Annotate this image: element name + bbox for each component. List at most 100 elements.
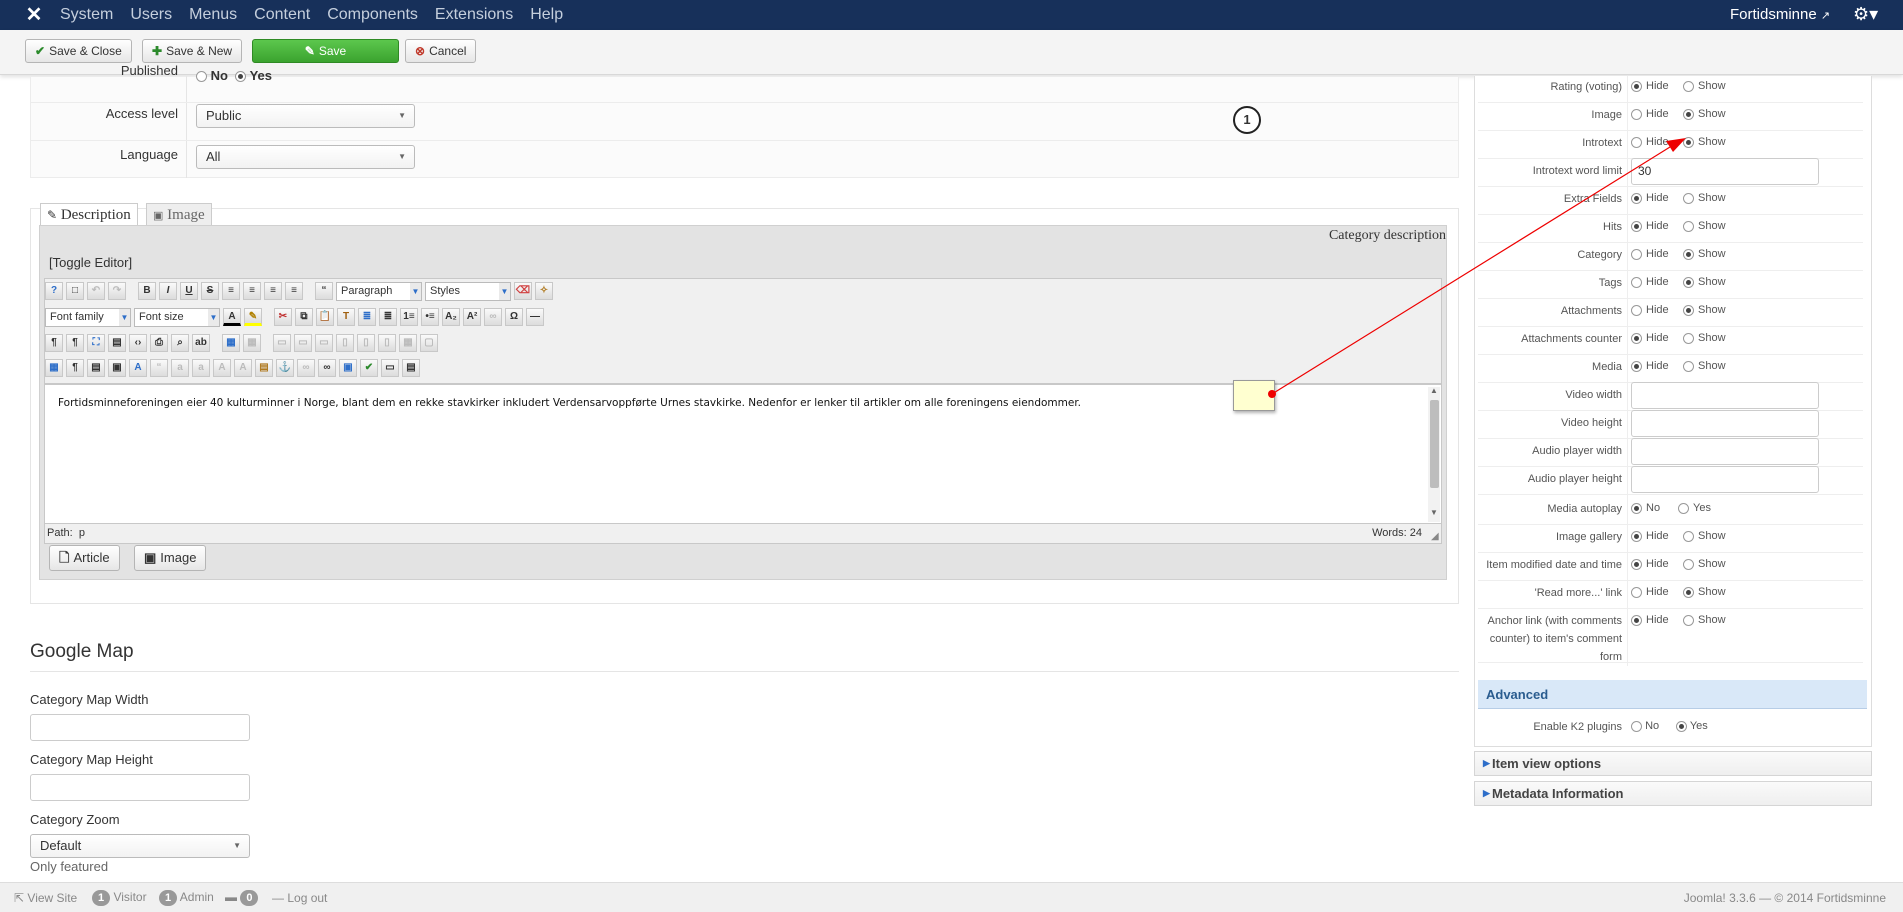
help-icon[interactable]: ? xyxy=(45,282,63,300)
rtl-icon[interactable]: ¶ xyxy=(66,334,84,352)
pagebreak-icon[interactable]: ▭ xyxy=(381,359,399,377)
bullet-list-icon[interactable]: •≡ xyxy=(421,308,439,326)
gear-icon[interactable]: ⚙▾ xyxy=(1853,4,1878,25)
audio-player-height-input[interactable] xyxy=(1631,466,1819,493)
insert-table-icon[interactable]: ▦ xyxy=(222,334,240,352)
image-insert-icon[interactable]: ▣ xyxy=(108,359,126,377)
published-yes-radio[interactable] xyxy=(235,71,247,83)
advanced-header[interactable]: Advanced xyxy=(1478,680,1867,709)
joomla-logo-icon[interactable]: ✕ xyxy=(22,4,46,26)
highlight-color-icon[interactable]: ✎ xyxy=(244,308,262,326)
anchor-icon[interactable]: ⚓ xyxy=(276,359,294,377)
save-new-button[interactable]: ✚ Save & New xyxy=(142,39,243,63)
save-close-button[interactable]: ✔ Save & Close xyxy=(25,39,132,63)
italic-icon[interactable]: I xyxy=(159,282,177,300)
fullscreen-icon[interactable]: ⛶ xyxy=(87,334,105,352)
paste-text-icon[interactable]: T xyxy=(337,308,355,326)
media-show-radio[interactable] xyxy=(1683,360,1694,372)
delete-col-icon[interactable]: ▯ xyxy=(378,334,396,352)
image-gallery-hide-radio[interactable] xyxy=(1631,530,1642,542)
superscript-icon[interactable]: A² xyxy=(463,308,481,326)
resize-handle-icon[interactable]: ◢ xyxy=(1431,531,1439,542)
spellcheck-icon[interactable]: ✔ xyxy=(360,359,378,377)
horizontal-rule-icon[interactable]: — xyxy=(526,308,544,326)
bold-icon[interactable]: B xyxy=(138,282,156,300)
toggle-editor-link[interactable]: [Toggle Editor] xyxy=(49,255,132,270)
item-modified-date-and-time-hide-radio[interactable] xyxy=(1631,558,1642,570)
table-props-icon[interactable]: ▦ xyxy=(243,334,261,352)
link-icon[interactable]: ∞ xyxy=(484,308,502,326)
attachments-counter-hide-radio[interactable] xyxy=(1631,332,1642,344)
insert-article-button[interactable]: 🗋 Article xyxy=(49,545,120,571)
align-center-icon[interactable]: ≡ xyxy=(243,282,261,300)
menu-users[interactable]: Users xyxy=(130,6,172,24)
rating-voting-show-radio[interactable] xyxy=(1683,80,1694,92)
link-insert-icon[interactable]: ∞ xyxy=(318,359,336,377)
menu-extensions[interactable]: Extensions xyxy=(435,6,513,24)
tags-hide-radio[interactable] xyxy=(1631,276,1642,288)
eraser-icon[interactable]: ⌫ xyxy=(514,282,532,300)
replace-icon[interactable]: ab xyxy=(192,334,210,352)
font-size-select[interactable]: Font size ▼ xyxy=(134,307,220,327)
hits-hide-radio[interactable] xyxy=(1631,220,1642,232)
introtext-word-limit-input[interactable]: 30 xyxy=(1631,158,1819,185)
subscript-icon[interactable]: A₂ xyxy=(442,308,460,326)
hits-show-radio[interactable] xyxy=(1683,220,1694,232)
numbered-list-icon[interactable]: 1≡ xyxy=(400,308,418,326)
find-icon[interactable]: ⌕ xyxy=(171,334,189,352)
align-justify-icon[interactable]: ≡ xyxy=(222,282,240,300)
attachments-show-radio[interactable] xyxy=(1683,304,1694,316)
metadata-information-accordion[interactable]: ▶ Metadata Information xyxy=(1474,781,1872,806)
introtext-hide-radio[interactable] xyxy=(1631,136,1642,148)
paste-icon[interactable]: 📋 xyxy=(316,308,334,326)
tab-image[interactable]: ▣ Image xyxy=(146,203,212,225)
introtext-show-radio[interactable] xyxy=(1683,136,1694,148)
access-level-select[interactable]: Public ▼ xyxy=(196,104,415,128)
video-height-input[interactable] xyxy=(1631,410,1819,437)
attributes-icon[interactable]: ▤ xyxy=(255,359,273,377)
menu-system[interactable]: System xyxy=(60,6,113,24)
copy-icon[interactable]: ⧉ xyxy=(295,308,313,326)
ltr-icon[interactable]: ¶ xyxy=(45,334,63,352)
ins-icon[interactable]: A xyxy=(234,359,252,377)
align-right-icon[interactable]: ≡ xyxy=(285,282,303,300)
category-show-radio[interactable] xyxy=(1683,248,1694,260)
item-view-options-accordion[interactable]: ▶ Item view options xyxy=(1474,751,1872,776)
path-value[interactable]: p xyxy=(79,527,85,539)
logout-link[interactable]: — Log out xyxy=(272,891,327,905)
k2-yes-radio[interactable] xyxy=(1676,720,1687,732)
attachments-hide-radio[interactable] xyxy=(1631,304,1642,316)
redo-icon[interactable]: ↷ xyxy=(108,282,126,300)
map-width-input[interactable] xyxy=(30,714,250,741)
image-show-radio[interactable] xyxy=(1683,108,1694,120)
styles-select[interactable]: Styles ▼ xyxy=(425,281,511,301)
anchor-link-with-comments-counter-to-item-s-comment-form-hide-radio[interactable] xyxy=(1631,614,1642,626)
cancel-button[interactable]: ⊗ Cancel xyxy=(405,39,477,63)
language-select[interactable]: All ▼ xyxy=(196,145,415,169)
view-site-link[interactable]: ⇱ View Site xyxy=(14,891,77,905)
undo-icon[interactable]: ↶ xyxy=(87,282,105,300)
media-hide-radio[interactable] xyxy=(1631,360,1642,372)
row-before-icon[interactable]: ▭ xyxy=(273,334,291,352)
video-width-input[interactable] xyxy=(1631,382,1819,409)
split-cells-icon[interactable]: ▦ xyxy=(399,334,417,352)
category-hide-radio[interactable] xyxy=(1631,248,1642,260)
strikethrough-icon[interactable]: S xyxy=(201,282,219,300)
anchor-link-with-comments-counter-to-item-s-comment-form-show-radio[interactable] xyxy=(1683,614,1694,626)
style-icon[interactable]: A xyxy=(129,359,147,377)
extra-fields-hide-radio[interactable] xyxy=(1631,192,1642,204)
editor-content-text[interactable]: Fortidsminneforeningen eier 40 kulturmin… xyxy=(58,397,1238,409)
delete-row-icon[interactable]: ▭ xyxy=(315,334,333,352)
k2-no-radio[interactable] xyxy=(1631,720,1642,732)
audio-player-width-input[interactable] xyxy=(1631,438,1819,465)
image-gallery-show-radio[interactable] xyxy=(1683,530,1694,542)
special-char-icon[interactable]: Ω xyxy=(505,308,523,326)
scroll-down-icon[interactable]: ▼ xyxy=(1430,508,1438,517)
map-height-input[interactable] xyxy=(30,774,250,801)
menu-menus[interactable]: Menus xyxy=(189,6,237,24)
format-select[interactable]: Paragraph ▼ xyxy=(336,281,422,301)
tab-description[interactable]: ✎ Description xyxy=(40,203,138,225)
published-no-radio[interactable] xyxy=(196,71,207,83)
text-color-icon[interactable]: A xyxy=(223,308,241,326)
rating-voting-hide-radio[interactable] xyxy=(1631,80,1642,92)
